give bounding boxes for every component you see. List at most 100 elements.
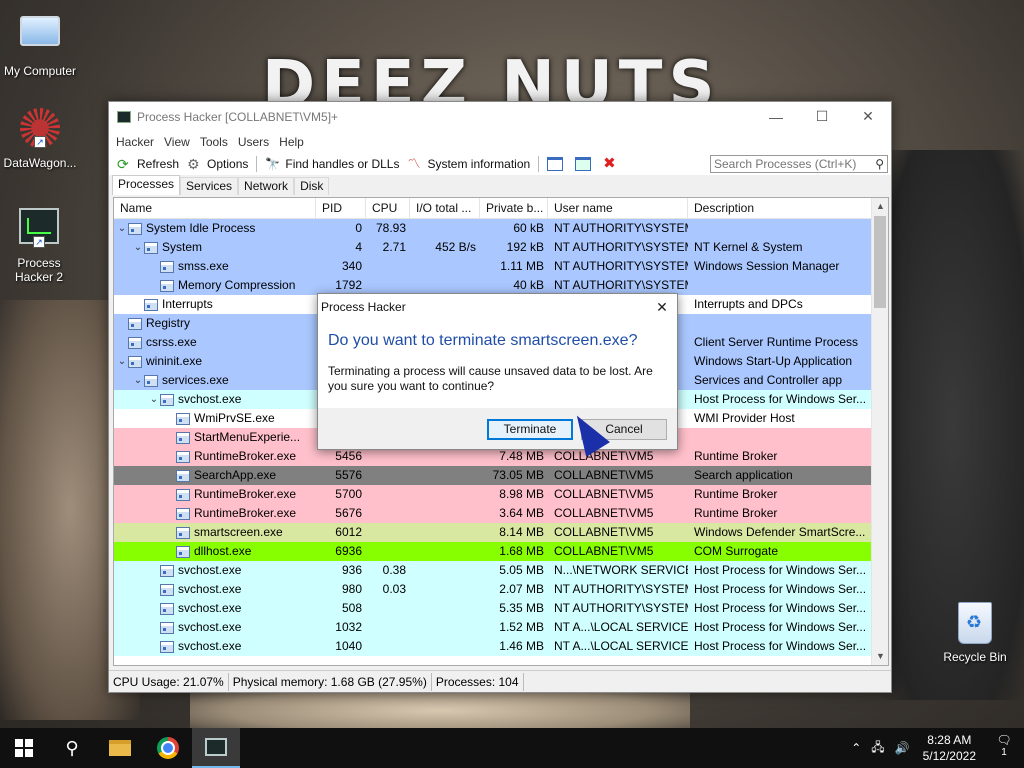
process-name-cell: RuntimeBroker.exe [114, 485, 316, 504]
dialog-buttons: Terminate Cancel [318, 408, 677, 450]
window-icon [547, 157, 564, 171]
expand-chevron-icon[interactable]: ⌄ [116, 352, 128, 371]
user-name-cell: NT AUTHORITY\SYSTEM [554, 601, 688, 615]
table-header: Name PID CPU I/O total ... Private b... … [114, 198, 888, 219]
refresh-button[interactable]: ⟳ Refresh [113, 154, 183, 174]
user-name-cell: NT A...\LOCAL SERVICE [554, 620, 688, 634]
tab-network[interactable]: Network [238, 177, 295, 195]
maximize-icon[interactable]: ☐ [799, 102, 845, 131]
column-header-description[interactable]: Description [688, 198, 872, 218]
column-header-user-name[interactable]: User name [548, 198, 688, 218]
network-icon[interactable]: 🖧 [866, 738, 889, 759]
taskbar-file-explorer[interactable] [96, 728, 144, 768]
table-row[interactable]: ⌄ System 4 2.71 452 B/s 192 kB NT AUTHORITY\SY… [114, 238, 888, 257]
dialog-close-icon[interactable]: ✕ [647, 299, 677, 316]
user-name-cell: NT AUTHORITY\SYSTEM [554, 259, 688, 273]
menu-view[interactable]: View [159, 135, 195, 149]
table-row[interactable]: svchost.exe 936 0.38 5.05 MB N...\NETWORK SE… [114, 561, 888, 580]
expand-chevron-icon[interactable]: ⌄ [132, 238, 144, 257]
toolbar-separator [538, 156, 540, 172]
taskbar-process-hacker[interactable] [192, 728, 240, 768]
app-icon [117, 110, 131, 123]
desktop-icon-process-hacker[interactable]: ↗ Process Hacker 2 [0, 206, 78, 284]
volume-icon[interactable]: 🔊 [890, 741, 915, 755]
options-button[interactable]: ⚙ Options [183, 154, 252, 174]
find-handles-button[interactable]: 🔭 Find handles or DLLs [261, 154, 403, 174]
private-bytes-cell: 192 kB [506, 240, 544, 254]
table-row[interactable]: svchost.exe 980 0.03 2.07 MB NT AUTHORITY\SY… [114, 580, 888, 599]
search-button[interactable]: ⚲ [48, 728, 96, 768]
vertical-scrollbar[interactable]: ▲ ▼ [871, 198, 888, 665]
table-row[interactable]: smartscreen.exe 6012 8.14 MB COLLABNET\VM5 W… [114, 523, 888, 542]
table-row[interactable]: svchost.exe 1032 1.52 MB NT A...\LOCAL SERV… [114, 618, 888, 637]
search-box[interactable]: ⚲ [710, 155, 888, 173]
user-name-cell: NT AUTHORITY\SYSTEM [554, 582, 688, 596]
column-header-pid[interactable]: PID [316, 198, 366, 218]
menu-users[interactable]: Users [233, 135, 274, 149]
menu-help[interactable]: Help [274, 135, 309, 149]
menu-tools[interactable]: Tools [195, 135, 233, 149]
expand-chevron-icon[interactable]: ⌄ [132, 371, 144, 390]
close-icon[interactable]: ✕ [845, 102, 891, 131]
description-cell: Windows Session Manager [694, 259, 840, 273]
table-row[interactable]: dllhost.exe 6936 1.68 MB COLLABNET\VM5 COM S… [114, 542, 888, 561]
go-to-button[interactable] [571, 154, 599, 174]
status-physical-memory: Physical memory: 1.68 GB (27.95%) [229, 672, 432, 691]
table-row[interactable]: ⌄ System Idle Process 0 78.93 60 kB NT AUTHOR… [114, 219, 888, 238]
table-row[interactable]: svchost.exe 1040 1.46 MB NT A...\LOCAL SERV… [114, 637, 888, 656]
menu-hacker[interactable]: Hacker [111, 135, 159, 149]
process-name-cell: smartscreen.exe [114, 523, 316, 542]
column-header-io[interactable]: I/O total ... [410, 198, 480, 218]
process-icon [128, 222, 142, 235]
system-tray: ⌃ 🖧 🔊 8:28 AM 5/12/2022 🗨1 [846, 728, 1024, 768]
desktop-icon-recycle-bin[interactable]: Recycle Bin [935, 602, 1015, 664]
table-row[interactable]: RuntimeBroker.exe 5700 8.98 MB COLLABNET\VM… [114, 485, 888, 504]
desktop-icon-datawagon[interactable]: ↗ DataWagon... [0, 108, 80, 170]
tab-disk[interactable]: Disk [294, 177, 330, 195]
table-row[interactable]: svchost.exe 508 5.35 MB NT AUTHORITY\SYSTEM… [114, 599, 888, 618]
search-input[interactable] [714, 157, 864, 171]
pid-cell: 6936 [335, 544, 362, 558]
pid-cell: 936 [341, 563, 362, 577]
expand-chevron-icon[interactable]: ⌄ [148, 390, 160, 409]
column-header-cpu[interactable]: CPU [366, 198, 410, 218]
user-name-cell: COLLABNET\VM5 [554, 506, 654, 520]
scrollbar-thumb[interactable] [874, 216, 886, 308]
system-information-button[interactable]: 〽 System information [403, 154, 534, 174]
table-row[interactable]: smss.exe 340 1.11 MB NT AUTHORITY\SYSTEM Win… [114, 257, 888, 276]
window-button[interactable] [543, 154, 571, 174]
table-row[interactable]: RuntimeBroker.exe 5676 3.64 MB COLLABNET\VM… [114, 504, 888, 523]
taskbar-chrome[interactable] [144, 728, 192, 768]
options-label: Options [207, 157, 249, 171]
expand-chevron-icon[interactable]: ⌄ [116, 219, 128, 238]
datawagon-icon: ↗ [18, 108, 62, 152]
process-icon [160, 260, 174, 273]
process-name: StartMenuExperie... [194, 430, 301, 444]
table-row[interactable]: SearchApp.exe 5576 73.05 MB COLLABNET\VM5 Se… [114, 466, 888, 485]
chevron-up-icon[interactable]: ⌃ [846, 741, 866, 755]
scroll-up-icon[interactable]: ▲ [872, 198, 888, 215]
private-bytes-cell: 60 kB [513, 221, 544, 235]
tab-processes[interactable]: Processes [112, 175, 181, 195]
column-header-private-bytes[interactable]: Private b... [480, 198, 548, 218]
computer-icon [18, 16, 62, 60]
scroll-down-icon[interactable]: ▼ [872, 648, 888, 665]
process-icon [160, 621, 174, 634]
process-name-cell: ⌄ System [114, 238, 316, 257]
io-cell [410, 504, 480, 523]
desktop-icon-my-computer[interactable]: My Computer [0, 10, 80, 78]
terminate-toolbar-button[interactable]: ✖ [599, 154, 627, 174]
tab-services[interactable]: Services [180, 177, 239, 195]
process-name-cell: ⌄ System Idle Process [114, 219, 316, 238]
description-cell: Client Server Runtime Process [694, 335, 859, 349]
dialog-titlebar[interactable]: Process Hacker ✕ [318, 294, 677, 320]
start-button[interactable] [0, 728, 48, 768]
window-titlebar[interactable]: Process Hacker [COLLABNET\VM5]+ — ☐ ✕ [109, 102, 891, 131]
column-header-name[interactable]: Name [114, 198, 316, 218]
search-icon[interactable]: ⚲ [875, 157, 884, 171]
minimize-icon[interactable]: — [753, 102, 799, 131]
dialog-title: Process Hacker [321, 300, 406, 314]
notification-center-button[interactable]: 🗨1 [984, 733, 1024, 763]
clock[interactable]: 8:28 AM 5/12/2022 [915, 732, 984, 764]
terminate-button[interactable]: Terminate [487, 418, 573, 440]
